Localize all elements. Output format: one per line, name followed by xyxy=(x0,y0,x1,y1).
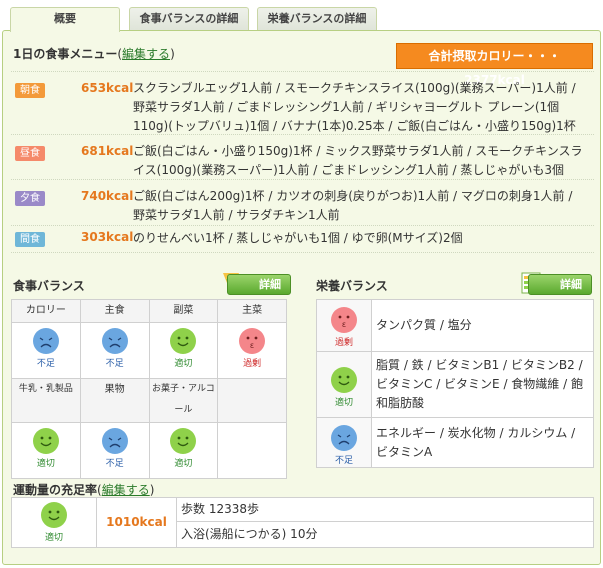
status-label: 適切 xyxy=(36,458,55,469)
food-balance-header: カロリー xyxy=(11,299,81,323)
exercise-section-title: 運動量の充足率 xyxy=(13,483,98,497)
status-label: 適切 xyxy=(174,458,193,469)
smile-face-icon xyxy=(170,427,197,454)
meal-kcal-lunch: 681kcal xyxy=(81,144,134,158)
status-label: 不足 xyxy=(36,358,55,369)
menu-section-title: 1日の食事メニュー xyxy=(13,47,118,61)
exercise-item: 歩数 12338歩 xyxy=(177,498,593,522)
status-label: 不足 xyxy=(105,458,124,469)
food-balance-cell-empty xyxy=(217,421,287,480)
food-balance-header: 主食 xyxy=(79,299,150,323)
food-balance-detail-button[interactable]: 詳細 xyxy=(227,274,291,295)
exercise-box: 適切 1010kcal 歩数 12338歩 入浴(湯船につかる) 10分 xyxy=(11,497,594,548)
meal-text-breakfast: スクランブルエッグ1人前 / スモークチキンスライス(100g)(業務スーパー)… xyxy=(133,81,576,133)
tab-overview[interactable]: 概要 xyxy=(10,7,120,32)
food-balance-header: 果物 xyxy=(79,377,150,423)
overview-panel: 1日の食事メニュー(編集する) 合計摂取カロリー・・・ 2377kcal 朝食 … xyxy=(2,30,601,565)
exercise-section-header: 運動量の充足率(編集する) xyxy=(13,483,155,497)
food-balance-cell: 適切 xyxy=(11,421,81,480)
nutrition-status-cell: ε 過剰 xyxy=(316,299,372,352)
meal-kcal-breakfast: 653kcal xyxy=(81,81,134,95)
status-label: 適切 xyxy=(44,533,63,543)
food-balance-cell: 不足 xyxy=(79,321,150,379)
smile-face-icon xyxy=(331,366,357,393)
food-balance-header: 副菜 xyxy=(148,299,219,323)
tab-nutrition-balance-detail[interactable]: 栄養バランスの詳細 xyxy=(257,7,377,31)
nutrition-status-cell: 適切 xyxy=(316,351,372,418)
exercise-status-cell: 適切 xyxy=(12,498,97,547)
nutrition-balance-table: ε 過剰 タンパク質 / 塩分 適切 脂質 / 鉄 / ビタミンB1 / ビタミ… xyxy=(316,299,594,468)
meal-row-snack: 間食 303kcal のりせんべい1杯 / 蒸しじゃがいも1個 / ゆで卵(Mサ… xyxy=(11,225,594,253)
tab-bar: 概要 食事バランスの詳細 栄養バランスの詳細 xyxy=(0,0,603,32)
meal-row-breakfast: 朝食 653kcal スクランブルエッグ1人前 / スモークチキンスライス(10… xyxy=(11,71,594,134)
menu-section-header: 1日の食事メニュー(編集する) xyxy=(13,47,175,61)
svg-text:ε: ε xyxy=(250,341,254,350)
meal-text-snack: のりせんべい1杯 / 蒸しじゃがいも1個 / ゆで卵(Mサイズ)2個 xyxy=(133,231,463,245)
food-balance-header: 牛乳・乳製品 xyxy=(11,377,81,423)
total-calorie-badge: 合計摂取カロリー・・・ 2377kcal xyxy=(396,43,593,87)
meal-badge-breakfast: 朝食 xyxy=(15,83,45,98)
svg-text:ε: ε xyxy=(342,320,346,329)
exercise-edit-link[interactable]: 編集する xyxy=(102,483,150,497)
sad-face-icon xyxy=(101,327,128,354)
meal-badge-snack: 間食 xyxy=(15,232,45,247)
exercise-kcal: 1010kcal xyxy=(97,498,177,547)
nutrition-status-cell: 不足 xyxy=(316,417,372,468)
food-balance-header: 主菜 xyxy=(217,299,287,323)
sad-face-icon xyxy=(101,427,128,454)
menu-edit-link[interactable]: 編集する xyxy=(122,47,170,61)
status-label: 不足 xyxy=(105,358,124,369)
nutrition-items: 脂質 / 鉄 / ビタミンB1 / ビタミンB2 / ビタミンC / ビタミンE… xyxy=(371,351,594,418)
status-label: 適切 xyxy=(334,397,353,408)
food-balance-cell: 不足 xyxy=(11,321,81,379)
food-balance-cell: 不足 xyxy=(79,421,150,480)
nutrition-balance-detail-button[interactable]: 詳細 xyxy=(528,274,592,295)
smile-face-icon xyxy=(41,502,67,528)
status-label: 過剰 xyxy=(334,338,353,348)
sad-face-icon xyxy=(331,424,357,451)
nutrition-balance-title: 栄養バランス xyxy=(316,279,388,293)
sad-face-icon xyxy=(32,327,59,354)
tab-food-balance-detail[interactable]: 食事バランスの詳細 xyxy=(129,7,249,31)
meal-row-lunch: 昼食 681kcal ご飯(白ごはん・小盛り150g)1杯 / ミックス野菜サラ… xyxy=(11,134,594,179)
status-label: 適切 xyxy=(174,358,193,369)
nutrition-items: タンパク質 / 塩分 xyxy=(371,299,594,352)
food-balance-grid: カロリー 主食 副菜 主菜 不足 不足 適切 ε 過剰 牛乳・乳製品 果物 お菓… xyxy=(11,299,287,480)
smile-face-icon xyxy=(32,427,59,454)
status-label: 過剰 xyxy=(243,358,262,369)
meal-text-lunch: ご飯(白ごはん・小盛り150g)1杯 / ミックス野菜サラダ1人前 / スモーク… xyxy=(133,144,583,177)
nutrition-items: エネルギー / 炭水化物 / カルシウム / ビタミンA xyxy=(371,417,594,468)
meal-text-dinner: ご飯(白ごはん200g)1杯 / カツオの刺身(戻りがつお)1人前 / マグロの… xyxy=(133,189,573,222)
overfull-face-icon: ε xyxy=(331,307,357,333)
status-label: 不足 xyxy=(334,455,353,466)
meal-kcal-snack: 303kcal xyxy=(81,230,134,244)
smile-face-icon xyxy=(170,327,197,354)
exercise-item: 入浴(湯船につかる) 10分 xyxy=(181,527,318,541)
food-balance-title: 食事バランス xyxy=(13,279,85,293)
overfull-face-icon: ε xyxy=(239,327,266,354)
food-balance-cell: ε 過剰 xyxy=(217,321,287,379)
meal-badge-dinner: 夕食 xyxy=(15,191,45,206)
meal-badge-lunch: 昼食 xyxy=(15,146,45,161)
meal-kcal-dinner: 740kcal xyxy=(81,189,134,203)
food-balance-cell: 適切 xyxy=(148,421,219,480)
food-balance-header: お菓子・アルコール xyxy=(148,377,219,423)
food-balance-header xyxy=(217,377,287,423)
food-balance-cell: 適切 xyxy=(148,321,219,379)
meal-row-dinner: 夕食 740kcal ご飯(白ごはん200g)1杯 / カツオの刺身(戻りがつお… xyxy=(11,179,594,225)
